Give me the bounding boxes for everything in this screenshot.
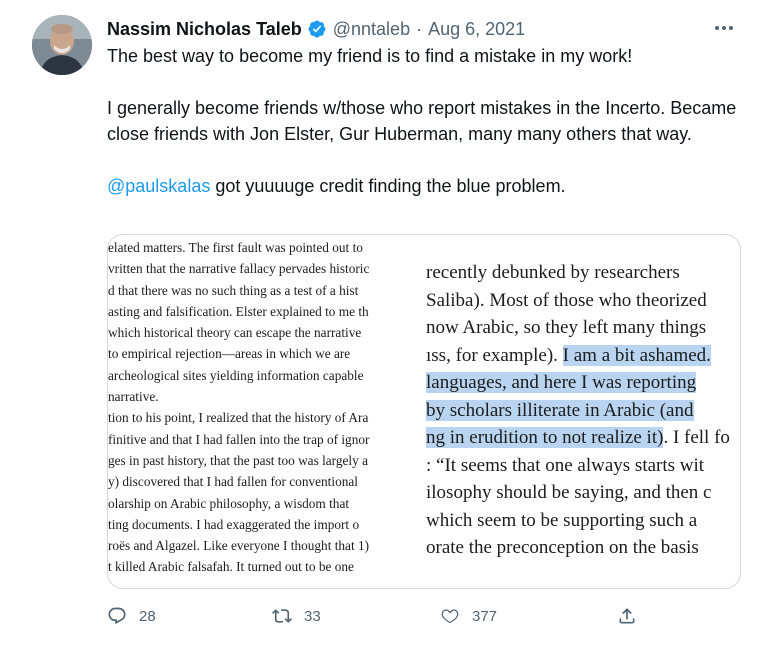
page-left-line: vritten that the narrative fallacy perva…	[108, 261, 370, 277]
page-right-line: which seem to be supporting such a	[426, 507, 740, 535]
like-button[interactable]: 377	[440, 600, 497, 632]
page-right-line: by scholars illiterate in Arabic (and	[426, 397, 740, 425]
retweet-icon	[272, 609, 292, 623]
tweet-paragraph-2: I generally become friends w/those who r…	[107, 98, 737, 144]
tweet-paragraph-3: @paulskalas got yuuuuge credit finding t…	[107, 173, 747, 199]
tweet-paragraph-3-text: got yuuuuge credit finding the blue prob…	[210, 176, 566, 196]
page-right-line: ilosophy should be saying, and then c	[426, 479, 740, 507]
page-left-line: ting documents. I had exaggerated the im…	[108, 516, 360, 532]
page-right-text: Saliba). Most of those who theorized	[426, 289, 707, 311]
highlighted-text: languages, and here I was reporting	[426, 372, 697, 393]
author-avatar[interactable]	[32, 15, 92, 75]
like-icon	[441, 609, 459, 624]
page-left-line: t killed Arabic falsafah. It turned out …	[108, 559, 354, 575]
page-right-text: recently debunked by researchers	[426, 262, 680, 283]
book-page-right: recently debunked by researchers Saliba).…	[426, 235, 740, 588]
page-right-text: now Arabic, so they left many things	[426, 317, 707, 338]
page-left-line: d that there was no such thing as a test…	[108, 282, 359, 298]
reply-button[interactable]: 28	[107, 600, 156, 632]
page-right-line: recently debunked by researchers	[426, 259, 740, 287]
mention-link[interactable]: @paulskalas	[107, 176, 210, 196]
verified-badge-icon	[307, 19, 327, 39]
page-right-text: : “It seems that one always starts wit	[426, 454, 705, 476]
page-left-line: ges in past history, that the past too w…	[108, 452, 368, 468]
page-left-line: to empirical rejection—areas in which we…	[108, 346, 351, 362]
tweet-date[interactable]: Aug 6, 2021	[428, 19, 525, 40]
tweet-header: Nassim Nicholas Taleb @nntaleb · Aug 6, …	[107, 16, 742, 42]
reply-count: 28	[139, 607, 156, 625]
highlighted-text: by scholars illiterate in Arabic (and	[426, 399, 694, 421]
page-right-text: which seem to be supporting such a	[426, 509, 698, 531]
author-name[interactable]: Nassim Nicholas Taleb	[107, 19, 302, 40]
page-right-text: . I fell fo	[663, 427, 730, 448]
page-left-line: elated matters. The first fault was poin…	[108, 240, 363, 255]
page-left-line: narrative.	[108, 389, 159, 405]
separator-dot: ·	[416, 18, 423, 39]
page-right-line: now Arabic, so they left many things	[426, 314, 740, 342]
page-left-line: roës and Algazel. Like everyone I though…	[108, 538, 370, 554]
more-icon[interactable]	[710, 14, 738, 42]
page-left-line: tion to his point, I realized that the h…	[108, 410, 369, 426]
page-left-line: y) discovered that I had fallen for conv…	[108, 474, 358, 490]
tweet-media-image[interactable]: elated matters. The first fault was poin…	[107, 234, 741, 589]
tweet-line-1: The best way to become my friend is to f…	[107, 46, 633, 66]
page-right-line: : “It seems that one always starts wit	[426, 452, 740, 480]
page-right-line: orate the preconception on the basis	[426, 534, 740, 562]
page-left-line: olarship on Arabic philosophy, a wisdom …	[108, 495, 350, 511]
page-right-text: ıss, for example).	[426, 344, 563, 366]
retweet-button[interactable]: 33	[272, 600, 321, 632]
share-button[interactable]	[617, 600, 649, 632]
page-right-line: ıss, for example). I am a bit ashamed.	[426, 342, 740, 370]
tweet-actions: 28 33 377	[107, 600, 647, 632]
page-left-line: asting and falsification. Elster explain…	[108, 303, 369, 319]
avatar-photo	[32, 15, 92, 75]
page-left-line: archeological sites yielding information…	[108, 367, 364, 383]
page-right-line: ng in erudition to not realize it). I fe…	[426, 424, 740, 452]
page-right-line: Saliba). Most of those who theorized	[426, 287, 740, 315]
page-left-line: finitive and that I had fallen into the …	[108, 431, 370, 447]
highlighted-text: ng in erudition to not realize it)	[426, 427, 664, 448]
page-left-line: which historical theory can escape the n…	[108, 325, 362, 341]
book-page-left: elated matters. The first fault was poin…	[108, 235, 426, 588]
reply-icon	[108, 607, 126, 625]
page-right-text: orate the preconception on the basis	[426, 537, 699, 558]
retweet-count: 33	[304, 607, 321, 625]
page-right-line: languages, and here I was reporting	[426, 369, 740, 397]
tweet-text: The best way to become my friend is to f…	[107, 43, 747, 199]
author-handle[interactable]: @nntaleb	[333, 19, 410, 40]
highlighted-text: I am a bit ashamed.	[562, 344, 711, 366]
like-count: 377	[472, 607, 498, 625]
page-right-text: ilosophy should be saying, and then c	[426, 482, 712, 503]
share-icon	[619, 608, 635, 624]
